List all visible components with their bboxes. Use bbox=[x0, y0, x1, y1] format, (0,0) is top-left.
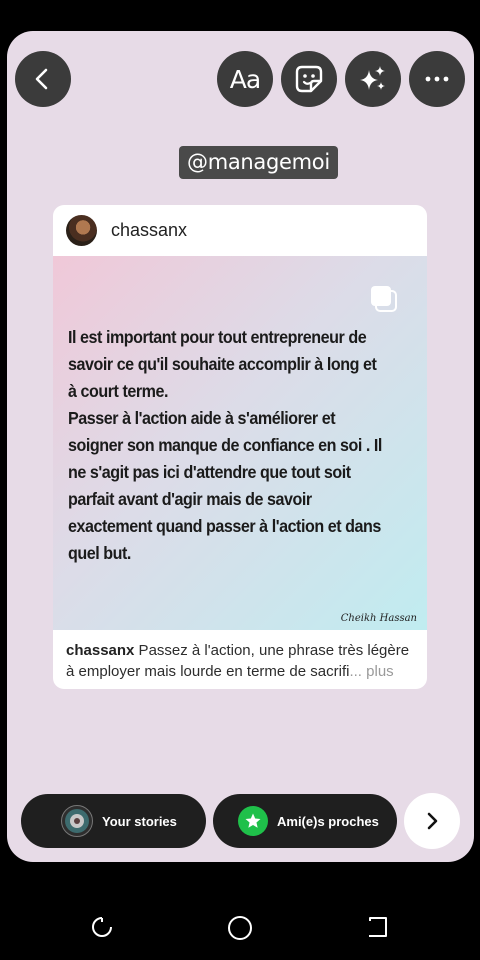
post-image: Il est important pour tout entrepreneur … bbox=[53, 256, 427, 630]
more-options-button[interactable] bbox=[409, 51, 465, 107]
post-signature: Cheikh Hassan bbox=[340, 613, 417, 624]
back-button[interactable] bbox=[15, 51, 71, 107]
home-icon[interactable] bbox=[227, 915, 253, 941]
recent-apps-icon[interactable] bbox=[90, 915, 114, 939]
avatar bbox=[66, 215, 97, 246]
mention-sticker[interactable]: @managemoi bbox=[179, 146, 338, 179]
close-friends-button[interactable]: Ami(e)s proches bbox=[213, 794, 397, 848]
sticker-icon bbox=[295, 65, 323, 93]
caption-more-link[interactable]: ... plus bbox=[349, 663, 393, 680]
sparkles-icon bbox=[360, 66, 385, 90]
text-tool-label: Aa bbox=[229, 64, 261, 94]
more-horizontal-icon bbox=[425, 76, 449, 82]
sticker-button[interactable] bbox=[281, 51, 337, 107]
chevron-left-icon bbox=[35, 68, 48, 90]
effects-button[interactable] bbox=[345, 51, 401, 107]
chevron-right-icon bbox=[427, 812, 438, 830]
system-nav-bar bbox=[0, 895, 480, 960]
next-button[interactable] bbox=[404, 793, 460, 849]
shared-post-card[interactable]: chassanx Il est important pour tout entr… bbox=[53, 205, 427, 689]
caption-username: chassanx bbox=[66, 642, 135, 659]
post-image-text: Il est important pour tout entrepreneur … bbox=[68, 327, 382, 563]
post-header: chassanx bbox=[53, 205, 427, 256]
text-tool-button[interactable]: Aa bbox=[217, 51, 273, 107]
back-nav-icon[interactable] bbox=[365, 915, 389, 939]
your-stories-avatar-icon bbox=[61, 805, 93, 837]
your-stories-label: Your stories bbox=[102, 813, 177, 829]
post-username: chassanx bbox=[111, 220, 188, 240]
close-friends-label: Ami(e)s proches bbox=[277, 813, 379, 829]
close-friends-star-icon bbox=[238, 806, 268, 836]
your-stories-button[interactable]: Your stories bbox=[21, 794, 206, 848]
post-caption: chassanx Passez à l'action, une phrase t… bbox=[66, 640, 418, 682]
multiple-images-icon bbox=[371, 286, 397, 312]
